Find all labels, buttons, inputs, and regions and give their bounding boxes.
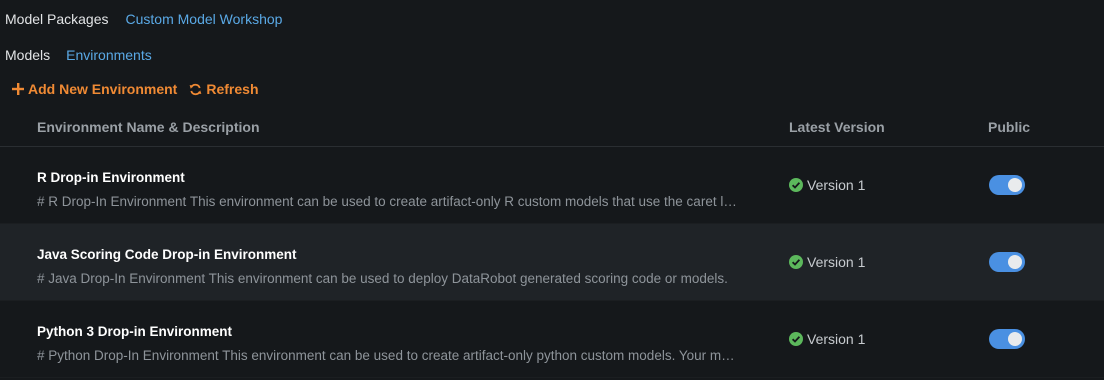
top-tabs: Model Packages Custom Model Workshop: [5, 10, 299, 28]
toggle-knob: [1008, 332, 1022, 346]
toolbar: Add New Environment Refresh: [12, 80, 271, 98]
environment-description: # Python Drop-In Environment This enviro…: [37, 348, 737, 363]
latest-version: Version 1: [789, 331, 865, 347]
environment-title[interactable]: R Drop-in Environment: [37, 170, 185, 185]
plus-icon: [12, 83, 24, 95]
table-header: Environment Name & Description Latest Ve…: [0, 109, 1104, 147]
environment-description: # R Drop-In Environment This environment…: [37, 194, 737, 209]
add-new-environment-label: Add New Environment: [28, 81, 178, 97]
version-label: Version 1: [807, 331, 866, 347]
latest-version: Version 1: [789, 177, 865, 193]
tab-models[interactable]: Models: [5, 47, 50, 63]
column-header-version[interactable]: Latest Version: [789, 119, 885, 135]
version-label: Version 1: [807, 177, 866, 193]
table-row[interactable]: R Drop-in Environment # R Drop-In Enviro…: [0, 147, 1104, 224]
refresh-button[interactable]: Refresh: [189, 81, 259, 97]
environment-title[interactable]: Python 3 Drop-in Environment: [37, 324, 232, 339]
latest-version: Version 1: [789, 254, 865, 270]
tab-model-packages[interactable]: Model Packages: [5, 11, 109, 27]
refresh-label: Refresh: [206, 81, 259, 97]
table-row[interactable]: Java Scoring Code Drop-in Environment # …: [0, 224, 1104, 301]
tab-environments[interactable]: Environments: [66, 47, 152, 63]
public-toggle[interactable]: [989, 175, 1025, 195]
environment-description: # Java Drop-In Environment This environm…: [37, 271, 728, 286]
public-toggle[interactable]: [989, 252, 1025, 272]
column-header-public[interactable]: Public: [988, 119, 1030, 135]
tab-custom-model-workshop[interactable]: Custom Model Workshop: [126, 11, 283, 27]
environment-title[interactable]: Java Scoring Code Drop-in Environment: [37, 247, 297, 262]
sub-tabs: Models Environments: [5, 46, 168, 64]
toggle-knob: [1008, 255, 1022, 269]
add-new-environment-button[interactable]: Add New Environment: [12, 81, 177, 97]
public-toggle[interactable]: [989, 329, 1025, 349]
version-label: Version 1: [807, 254, 866, 270]
check-circle-icon: [789, 255, 803, 269]
column-header-name[interactable]: Environment Name & Description: [37, 119, 260, 135]
check-circle-icon: [789, 178, 803, 192]
table-row[interactable]: Python 3 Drop-in Environment # Python Dr…: [0, 301, 1104, 378]
refresh-icon: [190, 83, 202, 95]
toggle-knob: [1008, 178, 1022, 192]
check-circle-icon: [789, 332, 803, 346]
